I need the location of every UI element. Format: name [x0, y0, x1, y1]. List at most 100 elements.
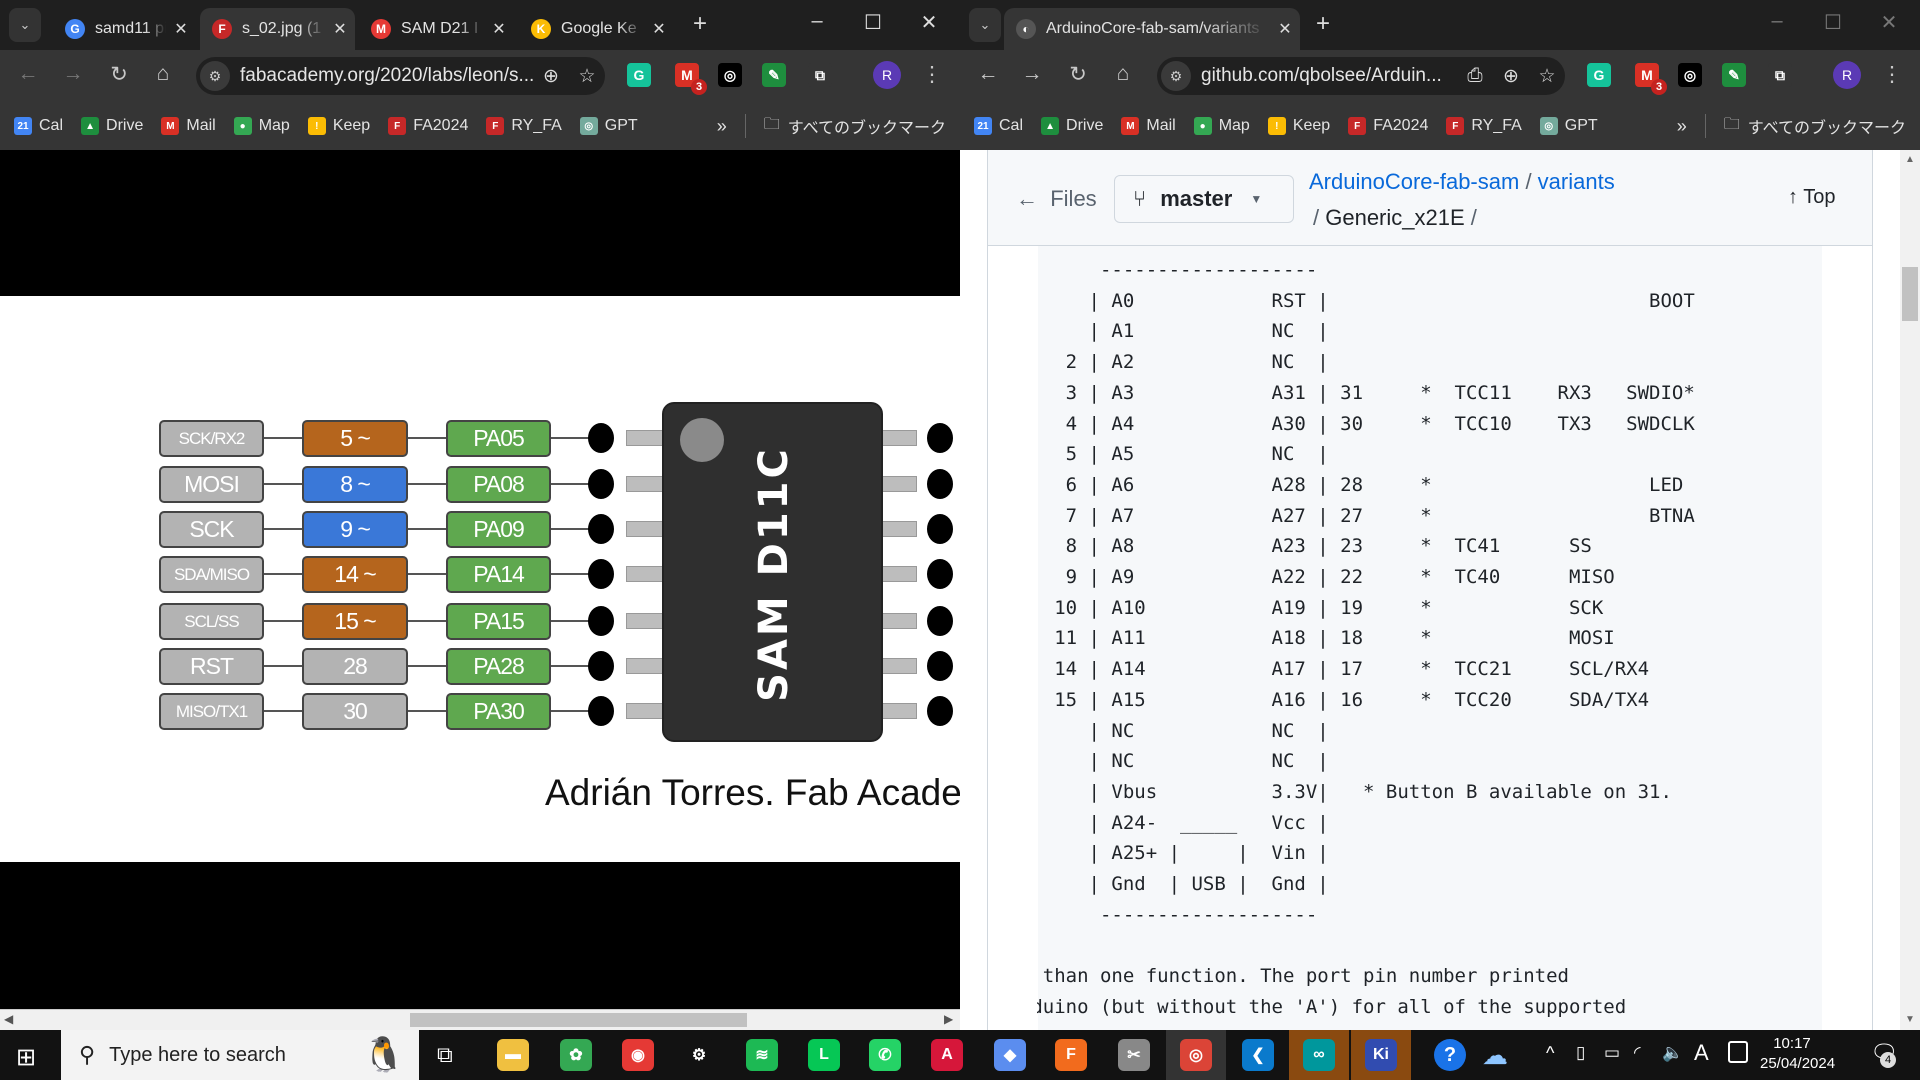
minimize-button[interactable]: – — [802, 10, 832, 33]
highlighter-icon[interactable]: ✎ — [1722, 63, 1746, 87]
bookmark-mail[interactable]: M Mail — [161, 117, 216, 135]
whatsapp-icon[interactable]: ✆ — [869, 1039, 901, 1071]
close-tab-icon[interactable]: ✕ — [1270, 19, 1300, 39]
highlighter-icon[interactable]: ✎ — [762, 63, 786, 87]
profile-avatar[interactable]: R — [1833, 61, 1861, 89]
openai-extension-icon[interactable]: ◎ — [1678, 63, 1702, 87]
bookmark-cal[interactable]: 21 Cal — [974, 117, 1023, 135]
bookmark-cal[interactable]: 21 Cal — [14, 117, 63, 135]
address-bar[interactable]: ⚙ fabacademy.org/2020/labs/leon/s... ⊕ ☆ — [196, 57, 605, 95]
bookmark-star-icon[interactable]: ☆ — [569, 65, 605, 88]
zoom-icon[interactable]: ⊕ — [533, 65, 569, 88]
bookmark-fa2024[interactable]: F FA2024 — [1348, 117, 1428, 135]
ime-indicator[interactable]: A — [1694, 1040, 1709, 1066]
back-button[interactable]: ← — [973, 62, 1003, 86]
kicad-icon[interactable]: Ki — [1365, 1039, 1397, 1071]
bookmark-drive[interactable]: ▲ Drive — [1041, 117, 1103, 135]
install-app-icon[interactable]: ⎙ — [1457, 65, 1493, 87]
gmail-checker-icon[interactable]: M3 — [1635, 63, 1667, 95]
tab-search-button[interactable]: ⌄ — [969, 8, 1001, 42]
line-icon[interactable]: L — [808, 1039, 840, 1071]
bookmark-ry_fa[interactable]: F RY_FA — [1446, 117, 1522, 135]
fusion360-icon[interactable]: F — [1055, 1039, 1087, 1071]
home-button[interactable]: ⌂ — [148, 62, 178, 86]
ime-mode-icon[interactable] — [1728, 1041, 1748, 1063]
show-hidden-icons-chevron[interactable]: ^ — [1546, 1043, 1554, 1064]
arduino-icon[interactable]: ∞ — [1303, 1039, 1335, 1071]
chrome-icon[interactable]: ◎ — [1180, 1039, 1212, 1071]
tab-0[interactable]: Gsamd11 pi ✕ — [53, 8, 196, 50]
gmail-checker-icon[interactable]: M3 — [675, 63, 707, 95]
windows-start-icon[interactable]: ⊞ — [16, 1043, 36, 1072]
task-view-icon[interactable]: ⧉ — [437, 1042, 453, 1068]
site-info-icon[interactable]: ⚙ — [1161, 61, 1191, 91]
site-info-icon[interactable]: ⚙ — [200, 61, 230, 91]
volume-icon[interactable]: 🔈 — [1662, 1043, 1683, 1063]
all-bookmarks-button[interactable]: 🗀 すべてのブックマーク — [1724, 113, 1906, 140]
reload-button[interactable]: ↻ — [104, 62, 134, 87]
bookmark-star-icon[interactable]: ☆ — [1529, 65, 1565, 88]
bookmark-drive[interactable]: ▲ Drive — [81, 117, 143, 135]
bookmark-fa2024[interactable]: F FA2024 — [388, 117, 468, 135]
url-text[interactable]: fabacademy.org/2020/labs/leon/s... — [240, 65, 533, 87]
tab-github[interactable]: ◐ ArduinoCore-fab-sam/variants ✕ — [1004, 8, 1300, 50]
tab-2[interactable]: M SAM D21 I ✕ — [359, 8, 514, 50]
acrobat-icon[interactable]: A — [931, 1039, 963, 1071]
snipping-tool-icon[interactable]: ✂ — [1118, 1039, 1150, 1071]
more-bookmarks-chevron[interactable]: » — [1677, 116, 1687, 137]
bookmark-map[interactable]: ● Map — [233, 117, 290, 135]
tab-3[interactable]: K Google Ke ✕ — [519, 8, 674, 50]
git-icon[interactable]: ◆ — [994, 1039, 1026, 1071]
maximize-button[interactable]: ☐ — [858, 10, 888, 35]
close-tab-icon[interactable]: ✕ — [166, 19, 196, 39]
vscode-icon[interactable]: ❮ — [1242, 1039, 1274, 1071]
all-bookmarks-button[interactable]: 🗀 すべてのブックマーク — [764, 113, 946, 140]
meet-now-icon[interactable]: ▯ — [1576, 1043, 1585, 1063]
profile-avatar[interactable]: R — [873, 61, 901, 89]
bookmark-keep[interactable]: ! Keep — [307, 117, 370, 135]
openai-extension-icon[interactable]: ◎ — [718, 63, 742, 87]
wifi-icon[interactable]: ◜ — [1634, 1043, 1641, 1063]
help-icon[interactable]: ? — [1434, 1039, 1466, 1071]
bookmark-gpt[interactable]: ◎ GPT — [579, 117, 638, 135]
scrollbar-thumb[interactable] — [1902, 267, 1918, 321]
new-tab-button[interactable]: + — [1316, 10, 1330, 38]
scroll-right-arrow[interactable]: ▶ — [944, 1012, 953, 1026]
tab-1[interactable]: Fs_02.jpg (1 ✕ — [200, 8, 355, 50]
spotify-icon[interactable]: ≋ — [746, 1039, 778, 1071]
recorder-icon[interactable]: ◉ — [622, 1039, 654, 1071]
code-block[interactable]: ------------------- | A0 RST | BOOT | A1… — [1037, 255, 1695, 1023]
clock[interactable]: 10:17 25/04/2024 — [1760, 1034, 1835, 1074]
reload-button[interactable]: ↻ — [1063, 62, 1093, 87]
google-photos-icon[interactable]: ✿ — [560, 1039, 592, 1071]
back-button[interactable]: ← — [13, 62, 43, 86]
file-explorer-icon[interactable]: ▬ — [497, 1039, 529, 1071]
close-tab-icon[interactable]: ✕ — [484, 19, 514, 39]
tab-search-button[interactable]: ⌄ — [9, 8, 41, 42]
scroll-left-arrow[interactable]: ◀ — [4, 1012, 13, 1026]
grammarly-icon[interactable]: G — [627, 63, 651, 87]
menu-kebab-icon[interactable]: ⋮ — [1877, 62, 1907, 87]
forward-button[interactable]: → — [58, 62, 88, 86]
maximize-button[interactable]: ☐ — [1818, 10, 1848, 35]
close-window-button[interactable]: ✕ — [1874, 10, 1904, 35]
scroll-down-arrow[interactable]: ▼ — [1905, 1014, 1915, 1025]
settings-icon[interactable]: ⚙ — [683, 1039, 715, 1071]
bookmark-gpt[interactable]: ◎ GPT — [1539, 117, 1598, 135]
forward-button[interactable]: → — [1017, 62, 1047, 86]
taskbar-search-box[interactable]: ⚲ Type here to search 🐧 — [61, 1030, 419, 1080]
weather-icon[interactable]: ☁ — [1482, 1040, 1508, 1071]
scrollbar-thumb[interactable] — [410, 1013, 747, 1027]
bookmark-keep[interactable]: ! Keep — [1267, 117, 1330, 135]
scroll-up-arrow[interactable]: ▲ — [1905, 154, 1915, 165]
grammarly-icon[interactable]: G — [1587, 63, 1611, 87]
notifications-icon[interactable]: 🗨4 — [1870, 1040, 1898, 1068]
more-bookmarks-chevron[interactable]: » — [717, 116, 727, 137]
menu-kebab-icon[interactable]: ⋮ — [917, 62, 947, 87]
battery-icon[interactable]: ▭ — [1604, 1043, 1620, 1063]
address-bar[interactable]: ⚙ github.com/qbolsee/Arduin... ⎙ ⊕ ☆ — [1157, 57, 1565, 95]
horizontal-scrollbar[interactable]: ◀ ▶ — [0, 1009, 960, 1030]
bookmark-map[interactable]: ● Map — [1193, 117, 1250, 135]
minimize-button[interactable]: – — [1762, 10, 1792, 33]
home-button[interactable]: ⌂ — [1108, 62, 1138, 86]
